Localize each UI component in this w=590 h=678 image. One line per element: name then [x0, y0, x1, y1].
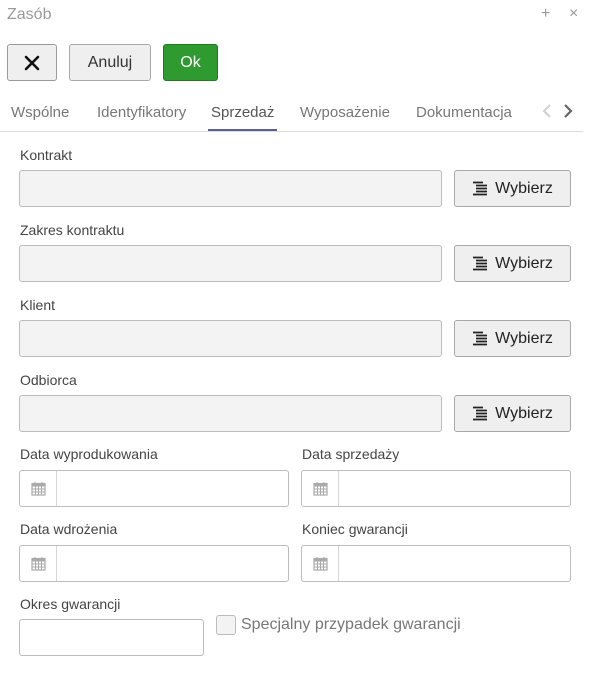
- odbiorca-pick-button[interactable]: Wybierz: [454, 395, 571, 432]
- okres-gwarancji-label: Okres gwarancji: [20, 596, 121, 612]
- pick-label: Wybierz: [495, 329, 553, 347]
- window-title: Zasób: [7, 6, 52, 23]
- data-sprzedazy-input[interactable]: [340, 471, 570, 506]
- data-sprzedazy-field[interactable]: [301, 470, 571, 507]
- data-wdrozenia-field[interactable]: [19, 545, 289, 582]
- klient-input[interactable]: [20, 321, 441, 356]
- okres-gwarancji-field[interactable]: [19, 619, 204, 656]
- list-icon: [473, 331, 488, 346]
- odbiorca-label: Odbiorca: [20, 372, 77, 388]
- zakres-kontraktu-pick-button[interactable]: Wybierz: [454, 245, 571, 282]
- zakres-kontraktu-field[interactable]: [19, 245, 442, 282]
- klient-field[interactable]: [19, 320, 442, 357]
- tab-identyfikatory[interactable]: Identyfikatory: [97, 104, 186, 121]
- calendar-icon[interactable]: [302, 546, 339, 581]
- zakres-kontraktu-label: Zakres kontraktu: [20, 222, 125, 238]
- list-icon: [473, 406, 488, 421]
- data-wyprodukowania-label: Data wyprodukowania: [20, 446, 158, 462]
- okres-gwarancji-input[interactable]: [20, 620, 203, 655]
- pick-label: Wybierz: [495, 179, 553, 197]
- koniec-gwarancji-field[interactable]: [301, 545, 571, 582]
- plus-icon[interactable]: +: [541, 5, 550, 23]
- kontrakt-pick-button[interactable]: Wybierz: [454, 170, 571, 207]
- list-icon: [473, 256, 488, 271]
- koniec-gwarancji-input[interactable]: [340, 546, 570, 581]
- chevron-left-icon[interactable]: [540, 102, 554, 120]
- title-bar: Zasób + ×: [0, 0, 590, 32]
- klient-pick-button[interactable]: Wybierz: [454, 320, 571, 357]
- kontrakt-input[interactable]: [20, 171, 441, 206]
- ok-button[interactable]: Ok: [163, 44, 218, 81]
- cancel-button[interactable]: Anuluj: [69, 44, 151, 81]
- calendar-icon[interactable]: [20, 471, 57, 506]
- odbiorca-input[interactable]: [20, 396, 441, 431]
- active-tab-indicator: [208, 129, 277, 131]
- calendar-icon[interactable]: [20, 546, 57, 581]
- pick-label: Wybierz: [495, 404, 553, 422]
- list-icon: [473, 181, 488, 196]
- pick-label: Wybierz: [495, 254, 553, 272]
- koniec-gwarancji-label: Koniec gwarancji: [302, 521, 408, 537]
- specjalny-przypadek-label[interactable]: Specjalny przypadek gwarancji: [241, 616, 461, 634]
- zakres-kontraktu-input[interactable]: [20, 246, 441, 281]
- tab-bar: Wspólne Identyfikatory Sprzedaż Wyposaże…: [0, 96, 583, 132]
- tab-wyposazenie[interactable]: Wyposażenie: [300, 104, 390, 121]
- kontrakt-field[interactable]: [19, 170, 442, 207]
- close-button[interactable]: [7, 44, 57, 81]
- calendar-icon[interactable]: [302, 471, 339, 506]
- tab-dokumentacja[interactable]: Dokumentacja: [416, 104, 512, 121]
- data-sprzedazy-label: Data sprzedaży: [302, 446, 400, 462]
- data-wdrozenia-input[interactable]: [58, 546, 288, 581]
- x-icon: [24, 55, 40, 70]
- odbiorca-field[interactable]: [19, 395, 442, 432]
- kontrakt-label: Kontrakt: [20, 147, 73, 163]
- data-wdrozenia-label: Data wdrożenia: [20, 521, 118, 537]
- tab-sprzedaz[interactable]: Sprzedaż: [211, 104, 274, 121]
- chevron-right-icon[interactable]: [561, 102, 575, 120]
- klient-label: Klient: [20, 297, 56, 313]
- close-window-icon[interactable]: ×: [569, 5, 578, 23]
- data-wyprodukowania-field[interactable]: [19, 470, 289, 507]
- data-wyprodukowania-input[interactable]: [58, 471, 288, 506]
- specjalny-przypadek-checkbox[interactable]: [216, 615, 236, 635]
- tab-wspolne[interactable]: Wspólne: [11, 104, 69, 121]
